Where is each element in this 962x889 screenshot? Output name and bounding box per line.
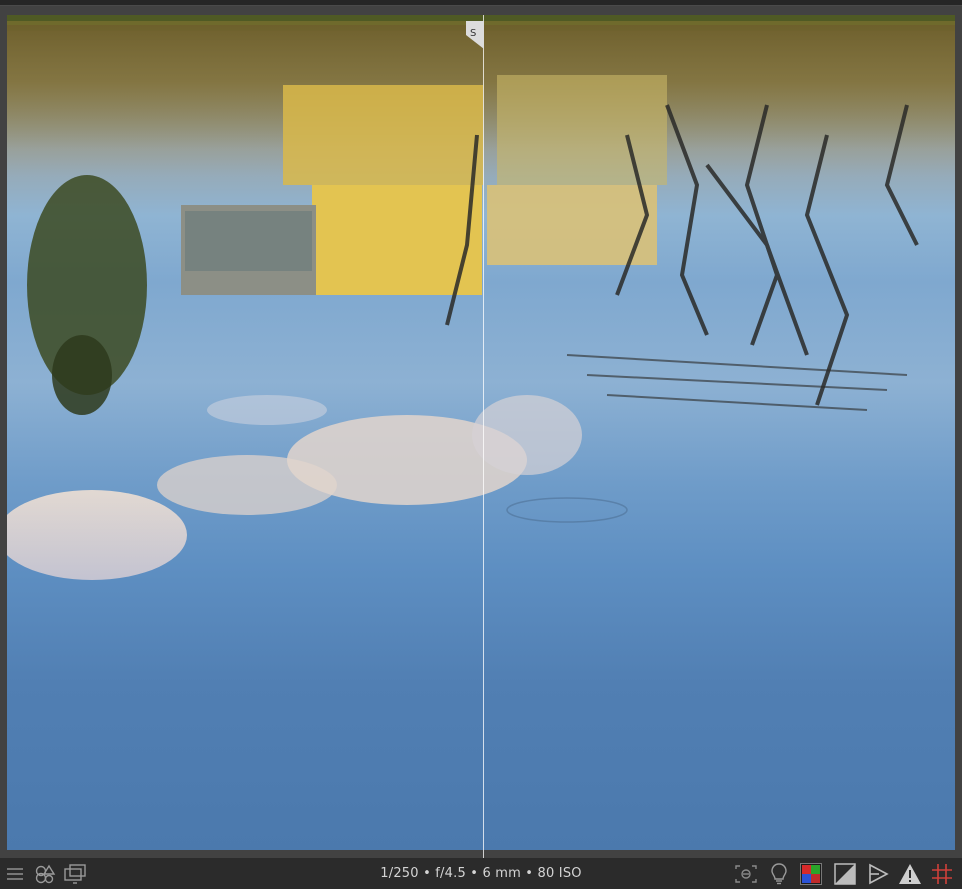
clipping-icon[interactable]: [833, 863, 857, 885]
image-viewer[interactable]: [0, 6, 962, 858]
before-after-split-line[interactable]: [483, 15, 484, 858]
grid-icon[interactable]: [930, 863, 954, 885]
softproof-icon[interactable]: [866, 863, 890, 885]
warning-icon[interactable]: [898, 863, 922, 885]
photo-reflection: [7, 15, 955, 580]
lightbulb-icon[interactable]: [767, 863, 791, 885]
color-picker-icon[interactable]: [799, 863, 823, 885]
status-bar: 1/250 • f/4.5 • 6 mm • 80 ISO: [0, 858, 962, 889]
split-handle-label: S: [470, 28, 477, 39]
focus-peaking-icon[interactable]: [734, 863, 758, 885]
photo-canvas[interactable]: [7, 15, 955, 850]
split-handle[interactable]: S: [466, 21, 484, 49]
